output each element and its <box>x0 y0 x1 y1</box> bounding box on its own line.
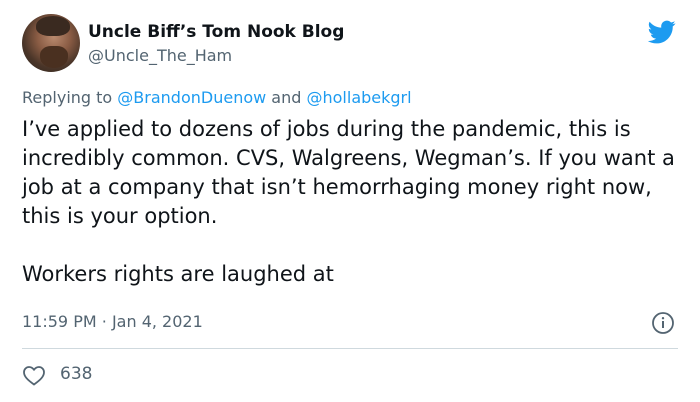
divider <box>22 348 678 349</box>
replying-to: Replying to @BrandonDuenow and @hollabek… <box>22 88 412 107</box>
like-count: 638 <box>60 364 93 384</box>
tweet-text: I’ve applied to dozens of jobs during th… <box>22 115 682 289</box>
replying-conjunction: and <box>271 88 302 107</box>
tweet-date: Jan 4, 2021 <box>111 312 203 331</box>
author-handle[interactable]: @Uncle_The_Ham <box>88 46 232 65</box>
tweet-paragraph: Workers rights are laughed at <box>22 262 334 286</box>
info-icon[interactable] <box>651 311 675 335</box>
mention-link[interactable]: @BrandonDuenow <box>117 88 266 107</box>
author-display-name[interactable]: Uncle Biff’s Tom Nook Blog <box>88 22 344 42</box>
mention-link[interactable]: @hollabekgrl <box>307 88 412 107</box>
tweet-timestamp[interactable]: 11:59 PM · Jan 4, 2021 <box>22 312 203 331</box>
avatar[interactable] <box>22 14 80 72</box>
twitter-bird-icon[interactable] <box>646 18 678 46</box>
tweet-paragraph: I’ve applied to dozens of jobs during th… <box>22 117 675 228</box>
meta-separator: · <box>101 312 107 331</box>
tweet-time: 11:59 PM <box>22 312 97 331</box>
heart-icon[interactable] <box>22 364 46 386</box>
replying-prefix: Replying to <box>22 88 113 107</box>
